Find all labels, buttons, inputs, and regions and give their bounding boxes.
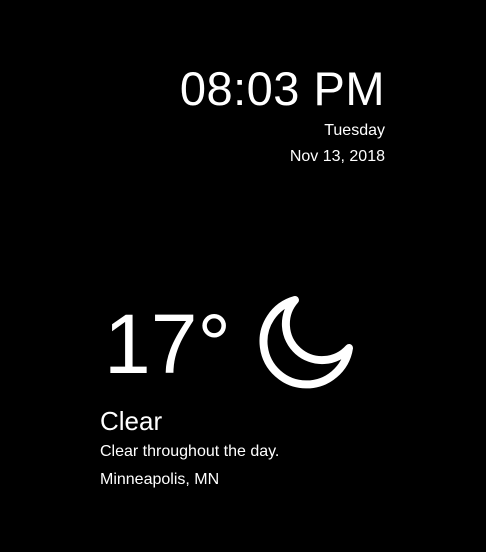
current-date: Nov 13, 2018 [289,148,385,165]
temperature-row: 17° [100,296,359,392]
current-time: 08:03 PM [179,62,385,115]
current-weekday: Tuesday [324,122,385,139]
weather-clock-screen: { "clock": { "time": "08:03 PM", "weekda… [0,0,486,552]
weather-location: Minneapolis, MN [100,471,220,488]
weather-panel: 17° Clear Clear throughout the day. Minn… [100,296,359,490]
temperature: 17° [104,297,232,391]
crescent-moon-icon [259,296,354,389]
clock-panel: 08:03 PM Tuesday Nov 13, 2018 [180,62,385,167]
weather-condition: Clear [100,406,163,436]
weather-summary: Clear throughout the day. [100,443,280,460]
